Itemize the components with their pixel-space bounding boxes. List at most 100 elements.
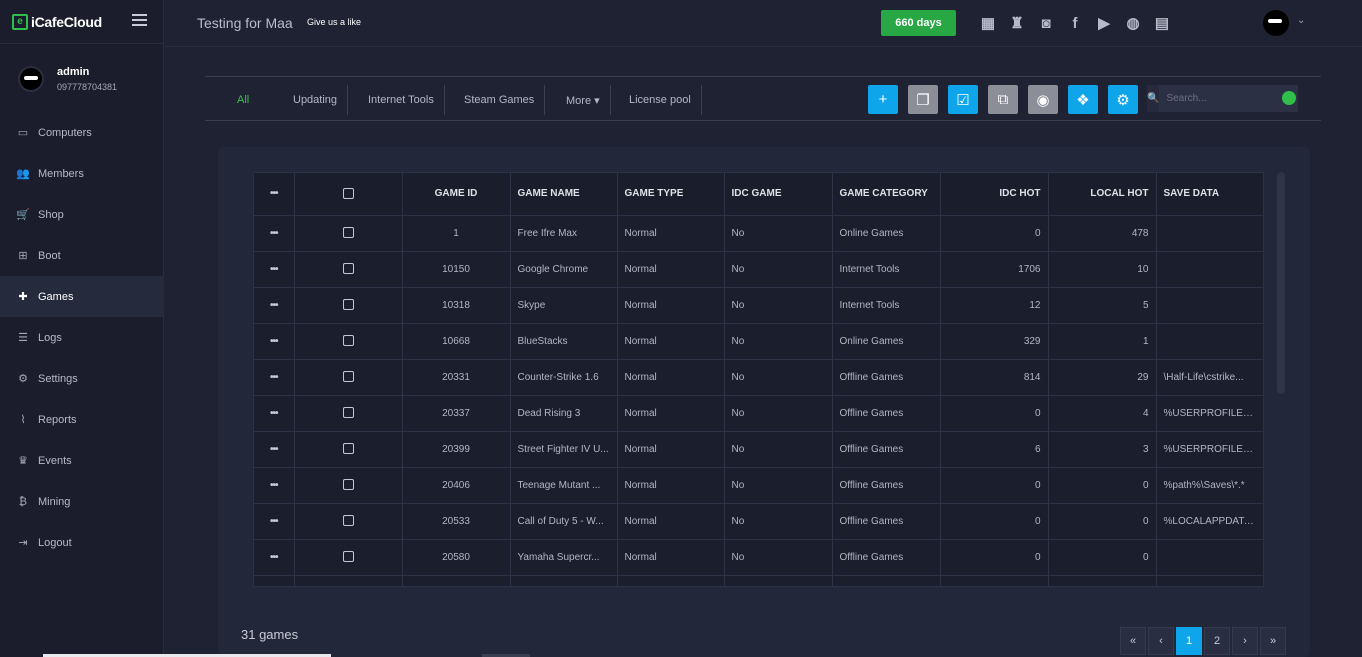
game-category: Offline Games — [832, 539, 941, 576]
row-checkbox[interactable] — [342, 515, 354, 527]
select-all-header[interactable] — [294, 173, 403, 216]
chevron-down-icon[interactable]: ⌄ — [1297, 15, 1305, 26]
row-checkbox[interactable] — [342, 335, 354, 347]
trophy-icon[interactable]: ♜ — [1006, 12, 1028, 34]
local-hot: 0 — [1048, 503, 1157, 540]
games-table-container[interactable]: ••• GAME ID GAME NAME GAME TYPE IDC GAME GAME… — [253, 172, 1264, 587]
game-name: Yamaha Supercr... — [510, 539, 618, 576]
view-button[interactable]: ◉ — [1028, 85, 1058, 114]
tab-internet-tools[interactable]: Internet Tools — [358, 85, 445, 115]
tab-more[interactable]: More ▾ — [556, 85, 611, 115]
table-row[interactable]: ••• 20580 Yamaha Supercr... Normal No Offline… — [254, 539, 1263, 576]
license-days-button[interactable]: 660 days — [881, 10, 956, 36]
account-avatar[interactable] — [1263, 10, 1289, 36]
youtube-icon[interactable]: ▶ — [1093, 12, 1115, 34]
sidebar: e iCafeCloud admin 097778704381 ▭ Compute… — [0, 0, 164, 657]
row-menu-icon[interactable]: ••• — [254, 395, 295, 432]
status-globe-icon[interactable] — [1282, 91, 1296, 105]
tab-all[interactable]: All — [227, 85, 259, 115]
page-button-2[interactable]: 1 — [1176, 627, 1202, 655]
book-icon[interactable]: ▤ — [1151, 12, 1173, 34]
sidebar-item-mining[interactable]: ₿ Mining — [0, 481, 164, 522]
gift-icon[interactable]: ▦ — [977, 12, 999, 34]
game-id: 20337 — [402, 395, 511, 432]
search-input[interactable] — [1159, 85, 1299, 112]
table-row[interactable]: ••• 20337 Dead Rising 3 Normal No Offline Gam… — [254, 395, 1263, 432]
table-scrollbar[interactable] — [1277, 172, 1285, 394]
check-list-button[interactable]: ☑ — [948, 85, 978, 114]
table-row[interactable]: ••• 1 Free Ifre Max Normal No Online Games 0 47… — [254, 215, 1263, 252]
page-button-1[interactable]: ‹ — [1148, 627, 1174, 655]
column-menu-header[interactable]: ••• — [254, 173, 295, 216]
local-hot: 10 — [1048, 251, 1157, 288]
row-checkbox[interactable] — [342, 371, 354, 383]
row-menu-icon[interactable]: ••• — [254, 539, 295, 576]
table-row[interactable]: ••• 10318 Skype Normal No Internet Tools 12 5 — [254, 287, 1263, 324]
game-type: Normal — [617, 395, 725, 432]
page-button-0[interactable]: « — [1120, 627, 1146, 655]
tab-steam-games[interactable]: Steam Games — [454, 85, 546, 115]
save-data: %LOCALAPPDATA... — [1156, 503, 1263, 540]
menu-toggle-icon[interactable] — [132, 14, 147, 29]
table-row[interactable]: ••• 20331 Counter-Strike 1.6 Normal No Offlin… — [254, 359, 1263, 396]
sidebar-item-members[interactable]: 👥 Members — [0, 153, 164, 194]
sidebar-item-logs[interactable]: ☰ Logs — [0, 317, 164, 358]
row-menu-icon[interactable]: ••• — [254, 575, 295, 586]
game-name: Counter-Strike 1.6 — [510, 359, 618, 396]
row-menu-icon[interactable]: ••• — [254, 431, 295, 468]
game-id: 1 — [402, 215, 511, 252]
table-row[interactable]: ••• 10668 BlueStacks Normal No Online Games 32… — [254, 323, 1263, 360]
game-id: 10318 — [402, 287, 511, 324]
row-checkbox[interactable] — [342, 551, 354, 563]
row-checkbox[interactable] — [342, 443, 354, 455]
users-icon: 👥 — [16, 168, 30, 180]
tab-license-pool[interactable]: License pool — [619, 85, 702, 115]
row-checkbox[interactable] — [342, 263, 354, 275]
row-menu-icon[interactable]: ••• — [254, 215, 295, 252]
sidebar-item-boot[interactable]: ⊞ Boot — [0, 235, 164, 276]
give-like-link[interactable]: Give us a like — [307, 17, 361, 27]
copy-button[interactable]: ❐ — [908, 85, 938, 114]
save-data — [1156, 575, 1263, 586]
page-button-5[interactable]: » — [1260, 627, 1286, 655]
sidebar-item-settings[interactable]: ⚙ Settings — [0, 358, 164, 399]
tab-updating[interactable]: Updating — [283, 85, 349, 115]
row-menu-icon[interactable]: ••• — [254, 251, 295, 288]
add-button[interactable]: + — [868, 85, 898, 114]
sidebar-item-logout[interactable]: ⇥ Logout — [0, 522, 164, 563]
sidebar-item-events[interactable]: ♛ Events — [0, 440, 164, 481]
discord-icon[interactable]: ◙ — [1035, 12, 1057, 34]
sidebar-item-computers[interactable]: ▭ Computers — [0, 112, 164, 153]
diamond-button[interactable]: ❖ — [1068, 85, 1098, 114]
select-all-checkbox[interactable] — [342, 188, 354, 200]
settings-button[interactable]: ⚙ — [1108, 85, 1138, 114]
idc-hot: 0 — [940, 215, 1049, 252]
row-checkbox[interactable] — [342, 407, 354, 419]
duplicate-button[interactable]: ⧉ — [988, 85, 1018, 114]
row-checkbox[interactable] — [342, 479, 354, 491]
page-button-4[interactable]: › — [1232, 627, 1258, 655]
table-row[interactable]: ••• 20399 Street Fighter IV U... Normal No Of… — [254, 431, 1263, 468]
sidebar-item-shop[interactable]: 🛒 Shop — [0, 194, 164, 235]
page-button-3[interactable]: 2 — [1204, 627, 1230, 655]
game-category-header: GAME CATEGORY — [832, 173, 941, 216]
table-row[interactable]: ••• 20533 Call of Duty 5 - W... Normal No Off… — [254, 503, 1263, 540]
facebook-icon[interactable]: f — [1064, 12, 1086, 34]
table-row[interactable]: ••• 10150 Google Chrome Normal No Internet To… — [254, 251, 1263, 288]
table-row[interactable]: ••• 20406 Teenage Mutant ... Normal No Offlin… — [254, 467, 1263, 504]
row-menu-icon[interactable]: ••• — [254, 467, 295, 504]
row-menu-icon[interactable]: ••• — [254, 323, 295, 360]
row-checkbox[interactable] — [342, 299, 354, 311]
table-row[interactable]: ••• 20680Grand Theft Aut...SteamNoSteam G… — [254, 575, 1263, 586]
row-menu-icon[interactable]: ••• — [254, 287, 295, 324]
game-name: Skype — [510, 287, 618, 324]
row-menu-icon[interactable]: ••• — [254, 359, 295, 396]
sidebar-item-games[interactable]: ✚ Games — [0, 276, 164, 317]
sidebar-item-label: Logs — [38, 331, 62, 344]
user-profile[interactable]: admin 097778704381 — [18, 66, 117, 92]
row-menu-icon[interactable]: ••• — [254, 503, 295, 540]
chart-icon: ⌇ — [20, 414, 26, 426]
row-checkbox[interactable] — [342, 227, 354, 239]
sidebar-item-reports[interactable]: ⌇ Reports — [0, 399, 164, 440]
globe-icon[interactable]: ◍ — [1122, 12, 1144, 34]
